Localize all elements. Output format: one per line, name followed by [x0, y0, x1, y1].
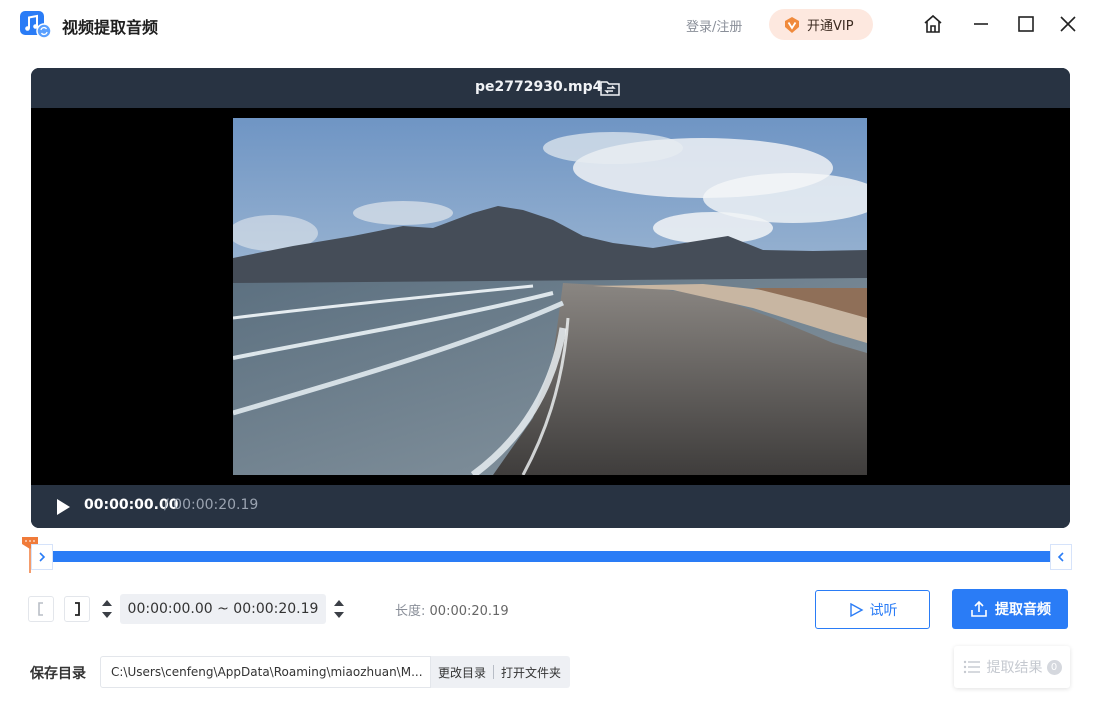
- extract-label: 提取音频: [995, 602, 1051, 618]
- minimize-button[interactable]: [968, 11, 994, 37]
- playback-controls: 00:00:00.00 / 00:00:20.19: [31, 485, 1070, 528]
- extract-results-button[interactable]: 提取结果 0: [954, 646, 1070, 688]
- vip-button[interactable]: 开通VIP: [769, 9, 873, 40]
- results-label: 提取结果: [986, 660, 1043, 676]
- timeline-track[interactable]: [31, 544, 1072, 570]
- play-icon[interactable]: [53, 497, 73, 517]
- preview-listen-button[interactable]: 试听: [815, 590, 930, 629]
- timeline-selection: [53, 551, 1050, 562]
- play-outline-icon: [849, 602, 863, 617]
- start-time-stepper-icon[interactable]: [100, 597, 114, 621]
- listen-label: 试听: [869, 602, 898, 619]
- close-icon: [1060, 16, 1076, 32]
- extract-audio-button[interactable]: 提取音频: [952, 589, 1068, 629]
- bracket-right-icon: [75, 602, 80, 616]
- duration-label: 长度:: [395, 604, 426, 619]
- video-player-area[interactable]: [31, 108, 1070, 485]
- duration-value: 00:00:20.19: [429, 604, 509, 619]
- duration-display: 长度: 00:00:20.19: [395, 600, 509, 619]
- chevron-left-icon: [1057, 552, 1064, 562]
- home-icon: [924, 14, 942, 33]
- set-start-button[interactable]: [28, 596, 54, 622]
- video-frame: [233, 118, 867, 475]
- chevron-right-icon: [39, 552, 46, 562]
- minimize-icon: [974, 23, 988, 25]
- close-button[interactable]: [1055, 11, 1081, 37]
- selection-end-handle[interactable]: [1050, 544, 1072, 570]
- open-folder-button[interactable]: 打开文件夹: [494, 664, 568, 681]
- total-time: / 00:00:20.19: [164, 497, 259, 513]
- list-icon: [963, 660, 980, 674]
- upload-icon: [971, 600, 987, 617]
- set-end-button[interactable]: [64, 596, 90, 622]
- replace-file-icon[interactable]: [599, 77, 621, 99]
- vip-label: 开通VIP: [807, 19, 854, 34]
- app-logo-icon: [20, 11, 52, 39]
- bracket-left-icon: [38, 602, 43, 616]
- login-register-link[interactable]: 登录/注册: [686, 16, 742, 35]
- title-bar: 视频提取音频 登录/注册 开通VIP: [0, 0, 1100, 48]
- file-name-bar: pe2772930.mp4: [31, 68, 1070, 108]
- time-range-field[interactable]: 00:00:00.00 ~ 00:00:20.19: [120, 594, 326, 624]
- maximize-button[interactable]: [1013, 11, 1039, 37]
- change-directory-button[interactable]: 更改目录: [431, 664, 493, 681]
- save-path-field: C:\Users\cenfeng\AppData\Roaming\miaozhu…: [100, 656, 431, 688]
- video-file-name: pe2772930.mp4: [475, 79, 603, 95]
- selection-start-handle[interactable]: [31, 544, 53, 570]
- video-preview-panel: pe2772930.mp4 00:00:00.00 / 00:00:20.19: [31, 68, 1070, 528]
- maximize-icon: [1018, 16, 1034, 32]
- directory-actions: 更改目录 打开文件夹: [431, 656, 570, 688]
- home-button[interactable]: [920, 11, 946, 37]
- results-count-badge: 0: [1046, 659, 1062, 675]
- app-title: 视频提取音频: [62, 18, 159, 37]
- end-time-stepper-icon[interactable]: [332, 597, 346, 621]
- save-directory-label: 保存目录: [30, 666, 86, 682]
- vip-badge-icon: [785, 16, 799, 33]
